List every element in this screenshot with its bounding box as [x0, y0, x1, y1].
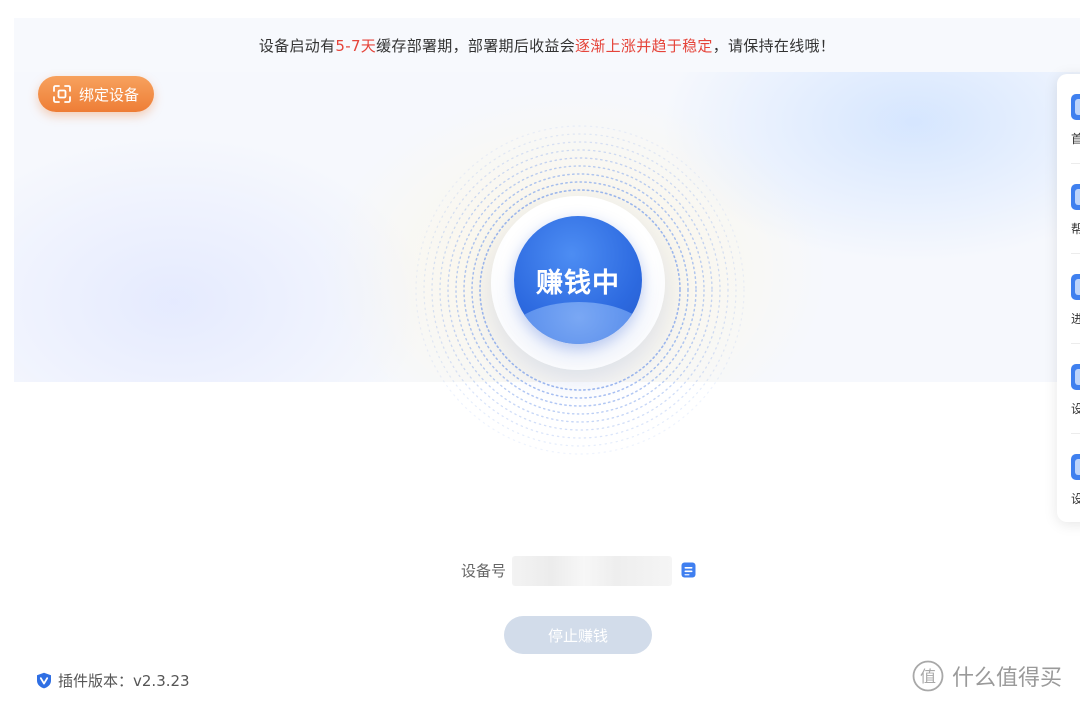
earning-status-orb: 赚钱中: [514, 216, 642, 344]
scan-icon: [53, 85, 71, 103]
device-id-label: 设备号: [461, 562, 507, 580]
earning-status-label: 赚钱中: [536, 267, 620, 299]
sidebar-item-home[interactable]: 首: [1057, 74, 1080, 164]
svg-text:值: 值: [920, 667, 936, 686]
progress-icon: [1071, 274, 1080, 300]
sidebar-item-settings[interactable]: 设: [1057, 434, 1080, 524]
stop-earning-label: 停止赚钱: [547, 626, 608, 645]
sidebar-item-label: 进: [1071, 312, 1080, 326]
notice-text-1: 设备启动有: [258, 36, 336, 55]
sidebar-item-device[interactable]: 设: [1057, 344, 1080, 434]
side-toolbar: 首 帮 进 设 设: [1057, 74, 1080, 522]
plugin-version: 插件版本：v2.3.23: [36, 670, 190, 691]
home-icon: [1071, 94, 1080, 120]
sidebar-item-label: 帮: [1071, 222, 1080, 236]
notice-highlight-earnings: 逐渐上涨并趋于稳定: [575, 36, 713, 55]
watermark: 值 什么值得买: [912, 660, 1062, 692]
notice-highlight-days: 5-7天: [335, 36, 377, 55]
sidebar-item-help[interactable]: 帮: [1057, 164, 1080, 254]
sidebar-item-label: 首: [1071, 132, 1080, 146]
notice-banner: 设备启动有 5-7天 缓存部署期，部署期后收益会 逐渐上涨并趋于稳定 ，请保持在线哦！: [14, 18, 1080, 72]
sidebar-item-progress[interactable]: 进: [1057, 254, 1080, 344]
settings-icon: [1071, 454, 1080, 480]
notice-text-3: ，请保持在线哦！: [712, 36, 836, 55]
stop-earning-button[interactable]: 停止赚钱: [504, 616, 652, 654]
sidebar-item-label: 设: [1071, 402, 1080, 416]
bind-device-button[interactable]: 绑定设备: [38, 76, 154, 112]
shield-v-icon: [37, 672, 51, 689]
notice-text-2: 缓存部署期，部署期后收益会: [376, 36, 575, 55]
device-id-value: [512, 556, 672, 586]
bind-device-label: 绑定设备: [78, 85, 139, 104]
device-icon: [1071, 364, 1080, 390]
zhi-logo-icon: 值: [912, 660, 944, 692]
help-doc-icon: [1071, 184, 1080, 210]
copy-icon[interactable]: [681, 562, 696, 578]
plugin-version-text: 插件版本：v2.3.23: [58, 672, 190, 690]
sidebar-item-label: 设: [1071, 492, 1080, 506]
watermark-text: 什么值得买: [952, 666, 1063, 691]
